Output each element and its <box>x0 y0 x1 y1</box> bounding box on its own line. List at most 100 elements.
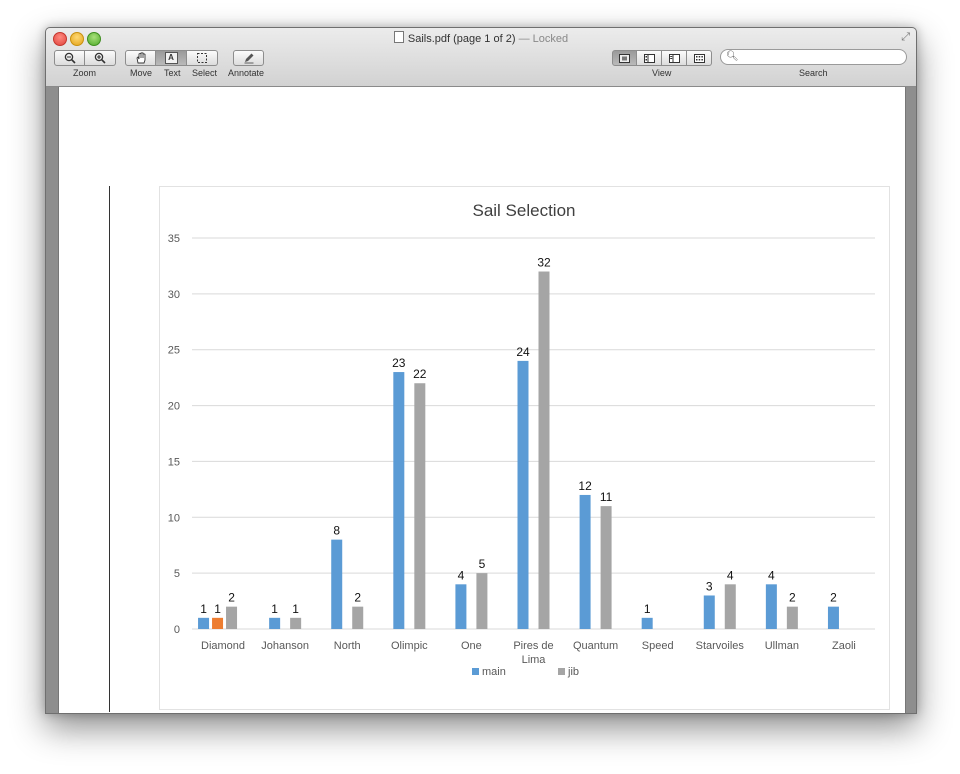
bar-main <box>455 584 467 629</box>
annotate-label: Annotate <box>228 68 265 78</box>
data-label: 22 <box>413 367 427 381</box>
y-axis-ticks: 0 5 10 15 20 25 30 35 <box>168 233 180 636</box>
sail-selection-chart: Sail Selection 05101520253035 1 121 182232… <box>168 201 875 678</box>
marquee-select-icon <box>197 53 207 63</box>
chart-legend: main jib <box>472 666 579 678</box>
data-label: 4 <box>727 568 734 582</box>
bar-main <box>269 617 281 629</box>
bar-jib <box>786 606 798 629</box>
tool-controls: A <box>125 50 218 66</box>
contact-sheet-view-icon <box>693 53 705 63</box>
x-tick-label: Speed <box>642 640 674 652</box>
zoom-in-icon <box>94 52 106 64</box>
data-label: 1 <box>271 602 278 616</box>
data-label: 1 <box>214 602 221 616</box>
bar-main <box>331 539 343 629</box>
data-label: 1 <box>644 602 651 616</box>
data-label: 11 <box>600 490 613 504</box>
data-label: 4 <box>768 568 775 582</box>
view-content-only-button[interactable] <box>612 50 637 66</box>
view-thumbnails-button[interactable] <box>637 50 662 66</box>
chart-area: Sail Selection 0 5 10 15 20 25 30 35 1 1 2 1 1 8 2 23 2… <box>159 186 890 710</box>
legend-label-main: main <box>482 666 506 678</box>
bar-main <box>198 617 210 629</box>
move-label: Move <box>130 68 153 78</box>
select-label: Select <box>192 68 218 78</box>
x-tick-label: Olimpic <box>391 640 428 652</box>
page-margin-line <box>109 186 110 712</box>
x-tick-label: Johanson <box>261 640 309 652</box>
bar-extra <box>212 617 224 629</box>
data-label: 8 <box>333 524 340 538</box>
x-tick-label: Zaoli <box>832 640 856 652</box>
search-label: Search <box>799 68 828 78</box>
window-title: Sails.pdf (page 1 of 2) — Locked <box>46 31 916 45</box>
zoom-out-icon <box>64 52 76 64</box>
bar-main <box>641 617 653 629</box>
text-cursor-icon: A <box>164 52 178 64</box>
bar-main <box>393 372 405 629</box>
bar-main <box>703 595 715 629</box>
data-label: 4 <box>458 568 465 582</box>
annotate-button[interactable] <box>233 50 264 66</box>
x-tick-label: Ullman <box>765 640 799 652</box>
y-tick-label: 5 <box>174 568 180 580</box>
locked-status: Locked <box>532 33 569 45</box>
view-table-of-contents-button[interactable] <box>662 50 687 66</box>
legend-label-jib: jib <box>567 666 579 678</box>
data-label: 24 <box>516 345 530 359</box>
search-field[interactable]: 🔍︎ <box>720 49 907 65</box>
x-axis-ticks: Diamond Johanson North Olimpic One Pires de Li… <box>201 640 856 666</box>
x-tick-label: Quantum <box>573 640 618 652</box>
bar-jib <box>600 506 612 629</box>
y-tick-label: 25 <box>168 345 180 357</box>
data-label: 12 <box>578 479 592 493</box>
data-label: 23 <box>392 356 406 370</box>
text-tool-button[interactable]: A <box>156 50 187 66</box>
bar-main <box>827 606 839 629</box>
y-tick-label: 15 <box>168 456 180 468</box>
data-label: 2 <box>228 591 235 605</box>
bar-jib <box>476 573 488 629</box>
pdf-document-icon <box>393 31 404 43</box>
chart-title: Sail Selection <box>472 201 575 220</box>
pencil-icon <box>244 53 253 64</box>
fullscreen-icon[interactable]: ⤢ <box>901 31 910 44</box>
single-page-view-icon <box>619 53 630 63</box>
thumbnails-view-icon <box>643 53 655 63</box>
y-tick-label: 10 <box>168 512 180 524</box>
zoom-controls <box>54 50 116 66</box>
data-label: 1 <box>292 602 299 616</box>
x-tick-label: Pires de <box>513 640 553 652</box>
magnifier-icon: 🔍︎ <box>726 51 739 62</box>
y-tick-label: 20 <box>168 401 180 413</box>
view-contact-sheet-button[interactable] <box>687 50 712 66</box>
legend-swatch-jib <box>558 668 565 675</box>
bar-jib <box>724 584 736 629</box>
data-label: 32 <box>537 256 551 270</box>
data-label: 2 <box>830 591 837 605</box>
data-label: 2 <box>354 591 361 605</box>
data-label: 2 <box>789 591 796 605</box>
bar-jib <box>290 617 302 629</box>
zoom-out-button[interactable] <box>54 50 85 66</box>
zoom-in-button[interactable] <box>85 50 116 66</box>
data-label: 3 <box>706 579 713 593</box>
bar-jib <box>414 383 426 629</box>
document-viewport[interactable]: Sail Selection 0 5 10 15 20 25 30 35 1 1 2 1 1 8 2 23 2… <box>58 87 906 713</box>
bar-main <box>579 494 591 629</box>
y-tick-label: 35 <box>168 233 180 245</box>
y-tick-label: 0 <box>174 624 180 636</box>
title-bar: Sails.pdf (page 1 of 2) — Locked ⤢ Zoom … <box>46 28 916 87</box>
preview-window: Sails.pdf (page 1 of 2) — Locked ⤢ Zoom … <box>45 27 917 714</box>
view-controls <box>612 50 712 66</box>
toc-view-icon <box>668 53 680 63</box>
move-tool-button[interactable] <box>125 50 156 66</box>
x-tick-label: North <box>334 640 361 652</box>
bar-jib <box>538 271 550 629</box>
window-title-text: Sails.pdf (page 1 of 2) <box>407 33 516 45</box>
hand-icon <box>136 52 145 64</box>
x-tick-label: Starvoiles <box>696 640 745 652</box>
data-label: 1 <box>200 602 207 616</box>
select-tool-button[interactable] <box>187 50 218 66</box>
